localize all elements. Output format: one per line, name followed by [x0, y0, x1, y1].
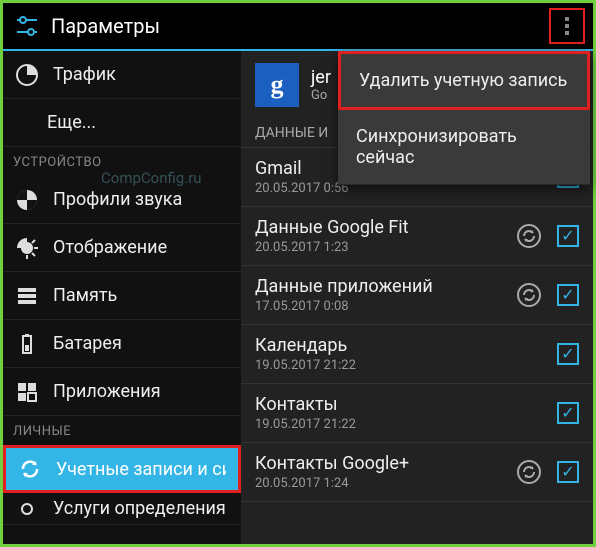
watermark-text: CompConfig.ru: [101, 169, 202, 187]
sync-item-timestamp: 20.05.2017 1:23: [255, 240, 515, 255]
settings-sliders-icon: [11, 10, 43, 42]
sidebar-item-battery[interactable]: Батарея: [3, 320, 241, 368]
account-type: Go: [311, 88, 331, 103]
sync-item[interactable]: Контакты 19.05.2017 21:22 ✓: [241, 384, 593, 443]
sync-checkbox[interactable]: ✓: [557, 402, 579, 424]
menu-item-sync-now[interactable]: Синхронизировать сейчас: [338, 110, 590, 185]
battery-icon: [15, 332, 39, 356]
sync-item-title: Календарь: [255, 335, 557, 356]
storage-icon: [15, 284, 39, 308]
sidebar-item-label: Еще...: [47, 112, 96, 133]
sync-in-progress-icon: [515, 222, 543, 250]
sync-in-progress-icon: [515, 281, 543, 309]
checkmark-icon: ✓: [561, 405, 574, 421]
sync-icon: [18, 457, 42, 481]
sidebar-item-label: Отображение: [53, 237, 167, 258]
traffic-icon: [15, 63, 39, 87]
sidebar-item-label: Память: [53, 285, 117, 306]
checkmark-icon: ✓: [561, 287, 574, 303]
sidebar-item-label: Трафик: [53, 64, 116, 85]
sync-checkbox[interactable]: ✓: [557, 284, 579, 306]
sync-item[interactable]: Данные Google Fit 20.05.2017 1:23 ✓: [241, 207, 593, 266]
display-icon: [15, 236, 39, 260]
settings-sidebar: Трафик Еще... УСТРОЙСТВО CompConfig.ru П…: [3, 51, 241, 544]
location-icon: [15, 497, 39, 521]
sync-item-title: Данные приложений: [255, 276, 515, 297]
google-icon: g: [255, 63, 299, 107]
sync-checkbox[interactable]: ✓: [557, 461, 579, 483]
sync-item[interactable]: Контакты Google+ 20.05.2017 1:24 ✓: [241, 443, 593, 502]
sync-in-progress-icon: [515, 458, 543, 486]
sidebar-item-apps[interactable]: Приложения: [3, 368, 241, 416]
sidebar-item-label: Профили звука: [53, 189, 182, 210]
sidebar-item-label: Услуги определения: [53, 498, 226, 519]
section-header-personal: ЛИЧНЫЕ: [3, 416, 241, 445]
sync-item-title: Контакты: [255, 394, 557, 415]
sync-item[interactable]: Календарь 19.05.2017 21:22 ✓: [241, 325, 593, 384]
sound-profiles-icon: [15, 188, 39, 212]
app-header: Параметры: [3, 3, 593, 51]
menu-item-delete-account[interactable]: Удалить учетную запись: [338, 51, 590, 110]
sidebar-item-label: Батарея: [53, 333, 122, 354]
sidebar-item-location-services[interactable]: Услуги определения: [3, 493, 241, 525]
sidebar-item-label: Учетные записи и син: [56, 459, 226, 480]
sync-list: Gmail20.05.2017 0:56✓Данные Google Fit20…: [241, 148, 593, 502]
sidebar-item-label: Приложения: [53, 381, 161, 402]
sidebar-item-more[interactable]: Еще...: [3, 99, 241, 147]
overflow-menu-popup: Удалить учетную запись Синхронизировать …: [338, 51, 590, 185]
sync-item-timestamp: 19.05.2017 21:22: [255, 358, 557, 373]
checkmark-icon: ✓: [561, 464, 574, 480]
checkmark-icon: ✓: [561, 228, 574, 244]
sidebar-item-accounts-sync[interactable]: Учетные записи и син: [3, 445, 241, 493]
sidebar-item-traffic[interactable]: Трафик: [3, 51, 241, 99]
checkmark-icon: ✓: [561, 346, 574, 362]
sync-item-timestamp: 20.05.2017 1:24: [255, 476, 515, 491]
apps-icon: [15, 380, 39, 404]
sidebar-item-memory[interactable]: Память: [3, 272, 241, 320]
sync-item-timestamp: 19.05.2017 21:22: [255, 417, 557, 432]
account-name: jer: [311, 67, 331, 88]
sync-item-title: Контакты Google+: [255, 453, 515, 474]
sync-item-timestamp: 17.05.2017 0:08: [255, 299, 515, 314]
sync-item-title: Данные Google Fit: [255, 217, 515, 238]
page-title: Параметры: [51, 14, 549, 38]
sync-item[interactable]: Данные приложений 17.05.2017 0:08 ✓: [241, 266, 593, 325]
sidebar-item-display[interactable]: Отображение: [3, 224, 241, 272]
overflow-menu-button[interactable]: [549, 8, 585, 44]
sync-checkbox[interactable]: ✓: [557, 343, 579, 365]
sync-checkbox[interactable]: ✓: [557, 225, 579, 247]
